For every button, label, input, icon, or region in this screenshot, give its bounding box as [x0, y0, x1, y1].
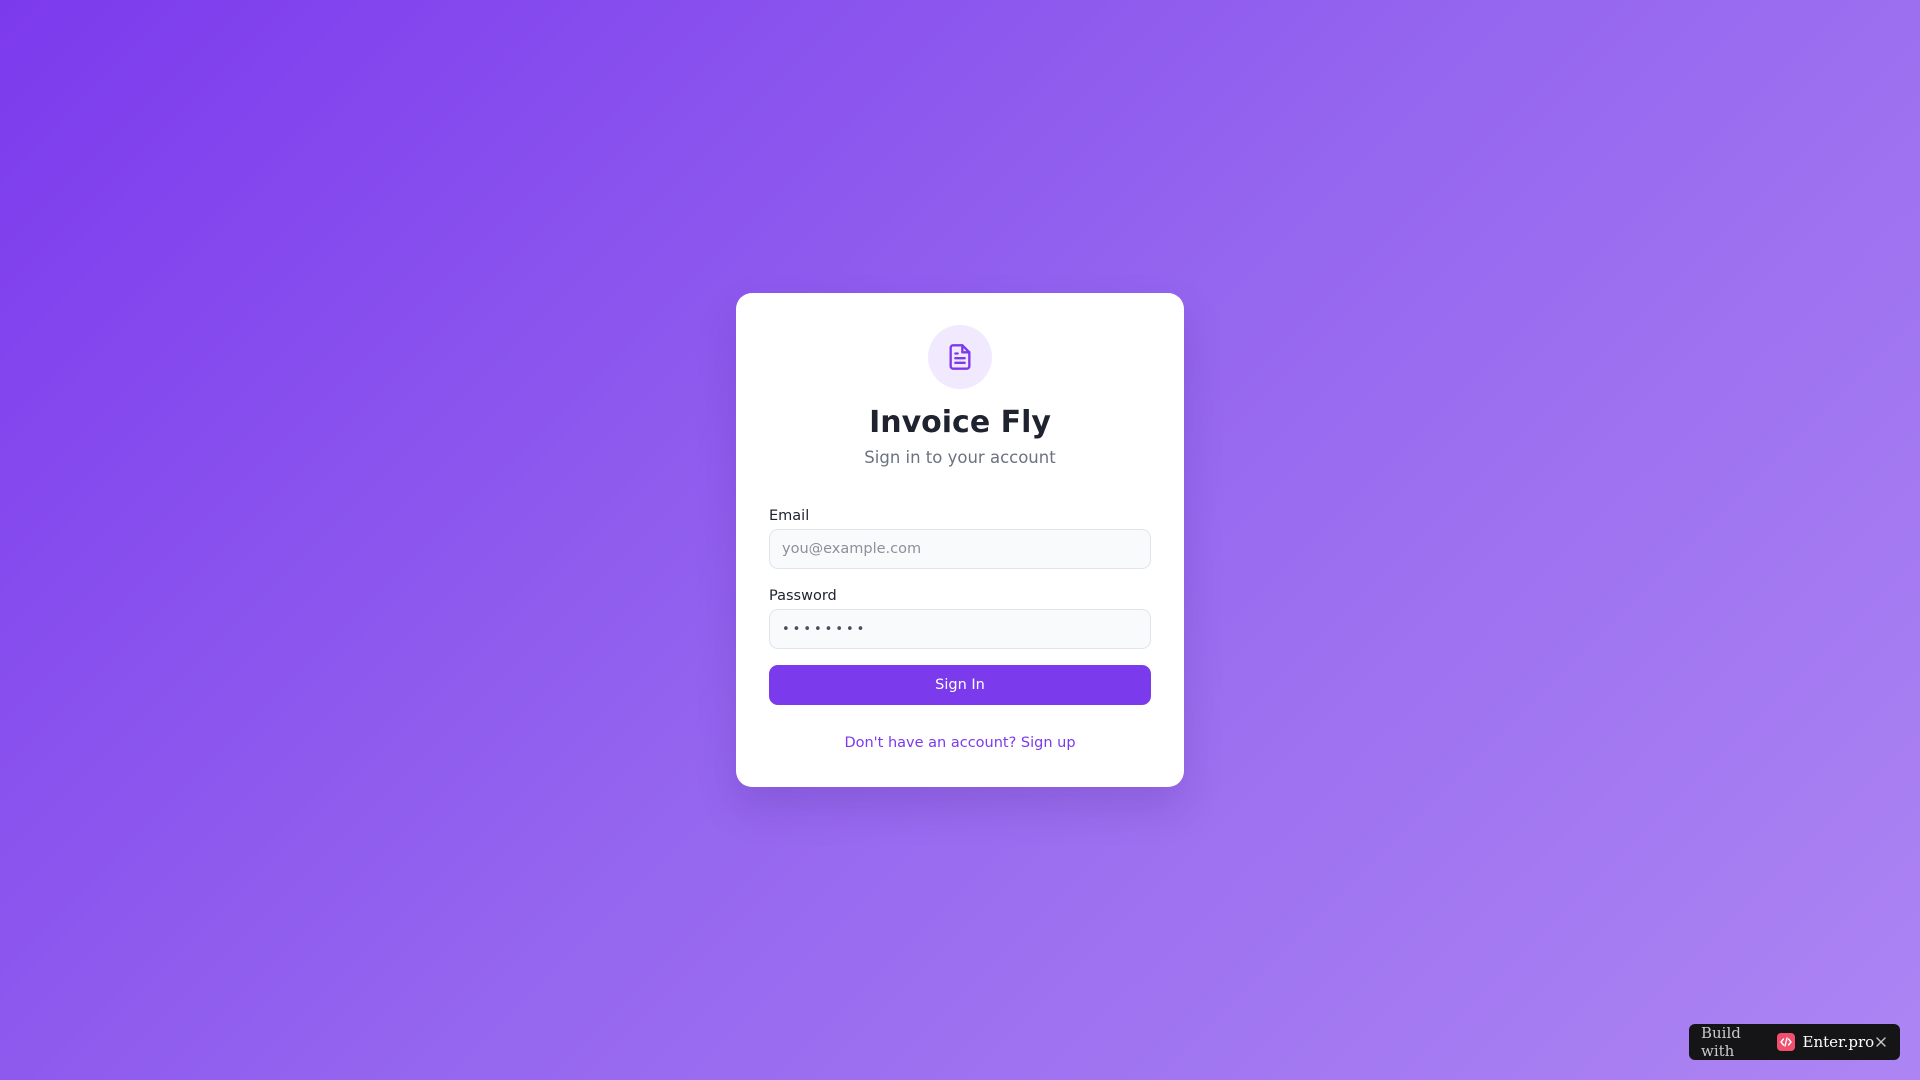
build-with-badge[interactable]: Build with Enter.pro	[1689, 1024, 1900, 1060]
badge-prefix: Build with	[1701, 1024, 1741, 1060]
email-label: Email	[769, 508, 810, 524]
document-icon	[949, 344, 971, 370]
sign-up-link[interactable]: Don't have an account? Sign up	[769, 733, 1151, 753]
code-icon	[1776, 1033, 1795, 1051]
password-field[interactable]: ••••••••	[769, 609, 1151, 649]
page-subtitle: Sign in to your account	[864, 448, 1056, 467]
close-icon[interactable]	[1874, 1034, 1888, 1050]
email-field[interactable]	[769, 529, 1151, 569]
badge-brand: Enter.pro	[1802, 1033, 1875, 1051]
email-group: Email	[769, 506, 1151, 569]
password-label: Password	[769, 588, 837, 604]
login-card: Invoice Fly Sign in to your account Emai…	[736, 293, 1184, 787]
password-group: Password ••••••••	[769, 586, 1151, 649]
sign-in-button[interactable]: Sign In	[769, 665, 1151, 705]
app-logo	[928, 325, 992, 389]
page-title: Invoice Fly	[869, 405, 1051, 440]
